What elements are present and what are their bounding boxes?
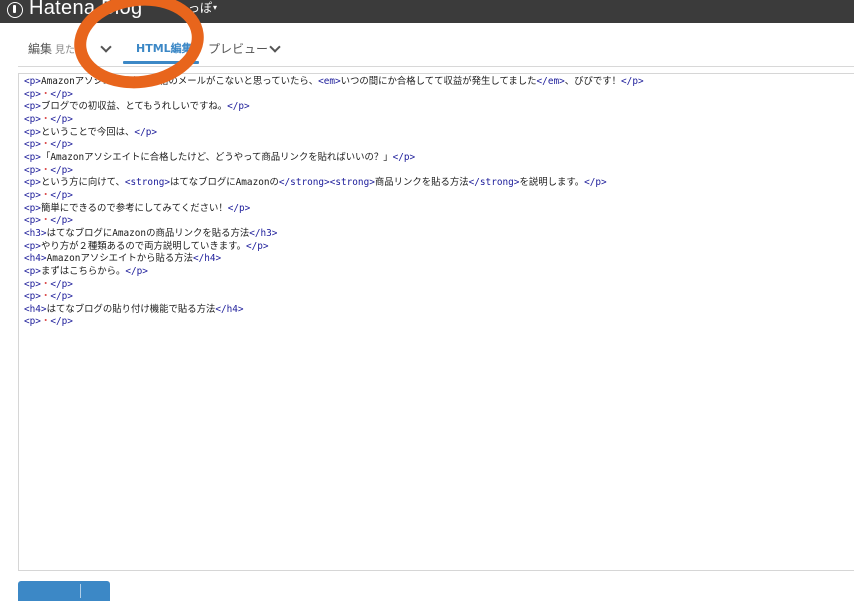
code-line: <p>Amazonアソシエイトから合格のメールがこないと思っていたら、<em>い… xyxy=(24,76,644,87)
tab-edit[interactable]: 編集 見たま xyxy=(28,40,112,60)
code-line: <p>・</p> xyxy=(24,215,73,227)
tab-html-label: HTML編集 xyxy=(136,42,193,55)
tab-edit-sublabel: 見たま xyxy=(55,45,85,56)
hatena-logo-icon[interactable] xyxy=(7,2,23,18)
code-line: <p>・</p> xyxy=(24,139,73,151)
tab-html-edit[interactable]: HTML編集 xyxy=(123,40,199,64)
blog-name-label: しっぽ xyxy=(176,1,213,15)
blog-caret-icon: ▾ xyxy=(213,3,218,12)
code-line: <p>ブログでの初収益、とてもうれしいですね。</p> xyxy=(24,101,250,113)
code-line: <p>・</p> xyxy=(24,316,73,328)
code-line: <p>やり方が２種類あるので両方説明していきます。</p> xyxy=(24,240,269,252)
code-line: <p>「Amazonアソシエイトに合格したけど、どうやって商品リンクを貼ればいい… xyxy=(24,151,416,163)
code-line: <p>という方に向けて、<strong>はてなブログにAmazonの</stro… xyxy=(24,177,607,189)
top-bar: Hatena Blog しっぽ▾ xyxy=(0,0,854,23)
code-line: <h4>Amazonアソシエイトから貼る方法</h4> xyxy=(24,253,222,265)
code-line: <p>・</p> xyxy=(24,291,73,303)
tab-preview[interactable]: プレビュー xyxy=(208,40,281,60)
blog-selector[interactable]: しっぽ▾ xyxy=(176,1,217,15)
code-line: <p>・</p> xyxy=(24,278,73,290)
chevron-down-icon[interactable] xyxy=(100,41,112,53)
code-line: <p>・</p> xyxy=(24,164,73,176)
code-line: <p>まずはこちらから。</p> xyxy=(24,265,148,277)
code-line: <p>簡単にできるので参考にしてみてください！</p> xyxy=(24,202,251,214)
editor-mode-tabs: 編集 見たま HTML編集 プレビュー xyxy=(0,23,854,67)
code-line: <h4>はてなブログの貼り付け機能で貼る方法</h4> xyxy=(24,303,244,315)
chevron-down-icon[interactable] xyxy=(269,41,281,53)
code-line: <p>・</p> xyxy=(24,189,73,201)
code-line: <h3>はてなブログにAmazonの商品リンクを貼る方法</h3> xyxy=(24,227,278,239)
code-line: <p>・</p> xyxy=(24,88,73,100)
brand-name[interactable]: Hatena Blog xyxy=(29,0,142,20)
tab-preview-label: プレビュー xyxy=(208,42,269,56)
code-line: <p>ということで今回は、</p> xyxy=(24,126,157,138)
code-content: <p>Amazonアソシエイトから合格のメールがこないと思っていたら、<em>い… xyxy=(24,76,854,329)
publish-button[interactable] xyxy=(18,581,110,601)
tab-edit-label: 編集 xyxy=(28,42,53,56)
code-line: <p>・</p> xyxy=(24,113,73,125)
tabs-divider xyxy=(18,66,854,67)
html-editor-textarea[interactable]: <p>Amazonアソシエイトから合格のメールがこないと思っていたら、<em>い… xyxy=(18,73,854,571)
